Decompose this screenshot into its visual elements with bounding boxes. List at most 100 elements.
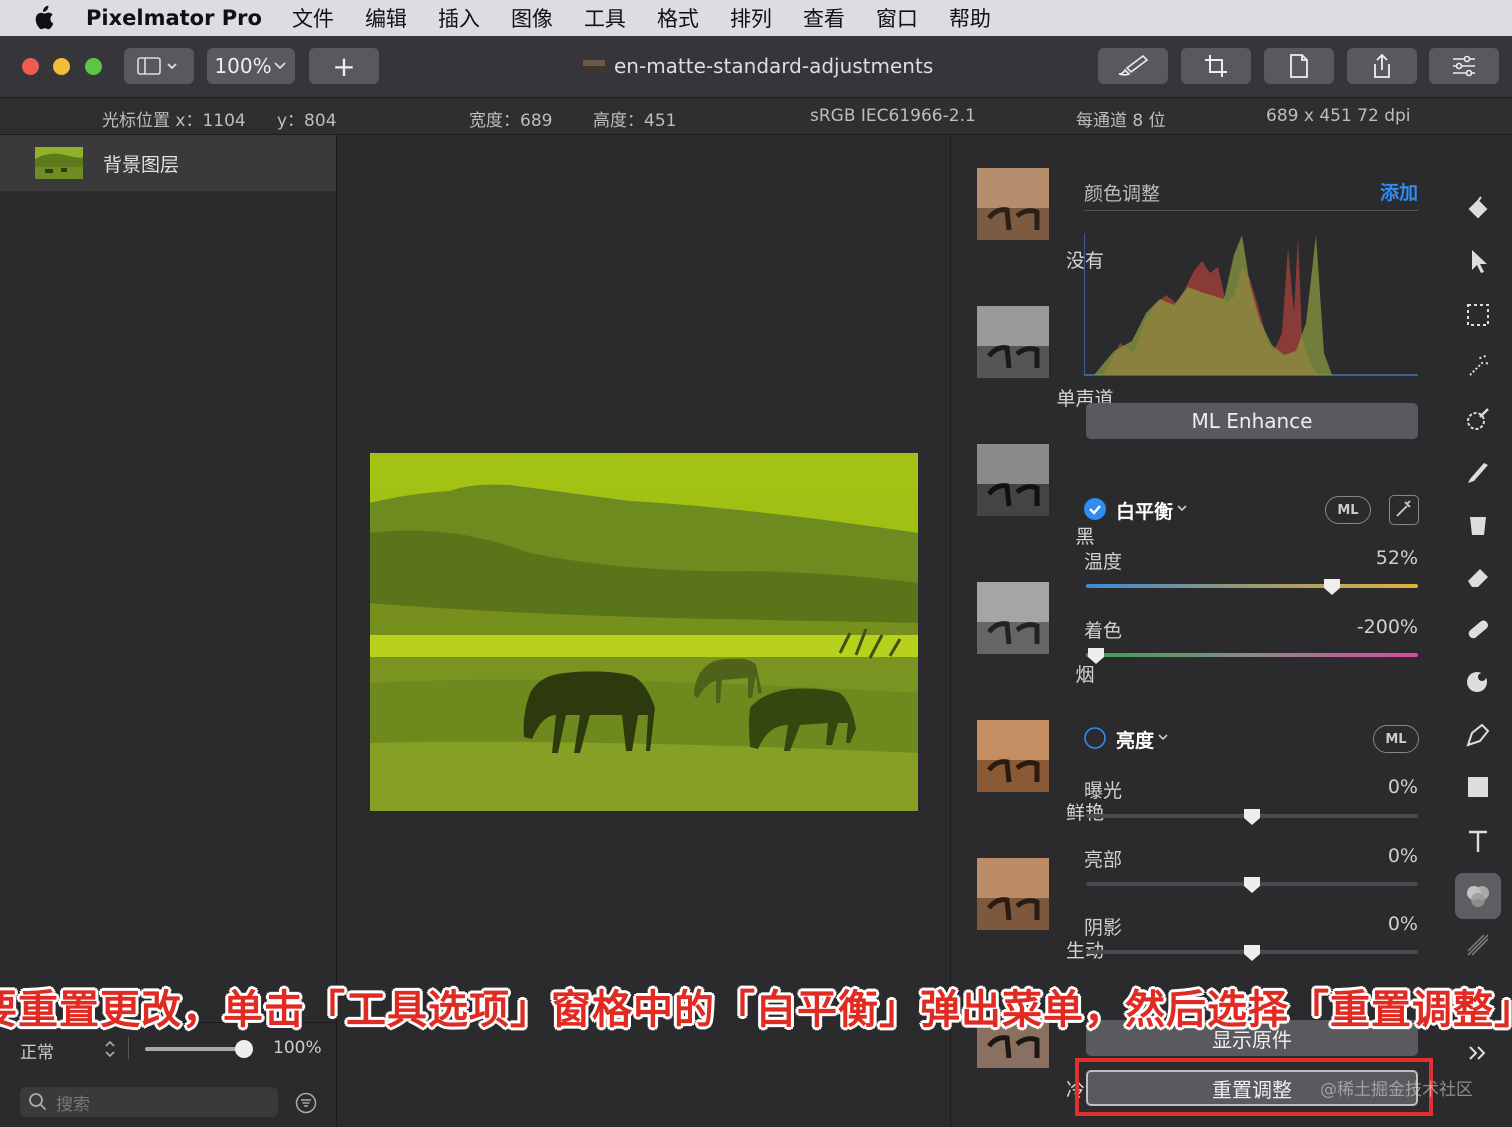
effects-icon: [1467, 934, 1489, 956]
zoom-window-button[interactable]: [85, 58, 102, 75]
tutorial-caption: 要重置更改，单击「工具选项」窗格中的「白平衡」弹出菜单，然后选择「重置调整」: [0, 987, 1512, 1033]
preset-lively[interactable]: 生动: [977, 858, 1104, 962]
blend-mode-select[interactable]: 正常: [20, 1038, 54, 1063]
style-tool[interactable]: [1460, 191, 1496, 227]
add-button[interactable]: +: [309, 48, 379, 84]
watermark: @稀土掘金技术社区: [1320, 1080, 1473, 1100]
share-button[interactable]: [1347, 48, 1417, 84]
menu-help[interactable]: 帮助: [949, 3, 991, 33]
temperature-label: 温度: [1084, 551, 1123, 573]
shadows-slider-knob[interactable]: [1243, 944, 1261, 962]
add-adjustment-link[interactable]: 添加: [1380, 178, 1418, 205]
app-menu[interactable]: Pixelmator Pro: [86, 6, 262, 30]
ml-enhance-button[interactable]: ML Enhance: [1086, 403, 1418, 439]
format-button[interactable]: [1264, 48, 1334, 84]
image-size: 689 x 451 72 dpi: [1266, 106, 1411, 126]
preset-vivid[interactable]: 鲜艳: [977, 720, 1104, 824]
white-balance-menu[interactable]: 白平衡: [1116, 497, 1173, 524]
sidebar-toggle-button[interactable]: [124, 48, 194, 84]
dropper-icon: [1467, 408, 1489, 430]
ml-brush-button[interactable]: [1098, 48, 1168, 84]
select-tool[interactable]: [1460, 297, 1496, 333]
menu-image[interactable]: 图像: [511, 3, 553, 33]
updown-chevron-icon[interactable]: [103, 1039, 117, 1059]
document-title: en-matte-standard-adjustments: [582, 54, 933, 78]
tint-slider[interactable]: [1086, 653, 1418, 657]
tint-slider-knob[interactable]: [1087, 647, 1105, 665]
lasso-tool[interactable]: [1460, 349, 1496, 385]
bucket-icon: [1470, 517, 1486, 535]
highlights-slider-knob[interactable]: [1243, 876, 1261, 894]
image-height: 高度：451: [593, 111, 677, 131]
arrange-tool[interactable]: [1460, 243, 1496, 279]
preset-thumbnail: [977, 720, 1049, 792]
lightness-menu[interactable]: 亮度: [1116, 726, 1154, 753]
chevron-down-icon[interactable]: [1157, 732, 1169, 742]
eyedropper-icon: [1396, 500, 1411, 517]
minimize-window-button[interactable]: [53, 58, 70, 75]
layer-search-field[interactable]: 搜索: [20, 1087, 278, 1117]
opacity-slider[interactable]: [145, 1047, 245, 1051]
eraser-icon: [1468, 569, 1488, 587]
marquee-icon: [1467, 304, 1489, 326]
preset-none[interactable]: 没有: [977, 168, 1104, 272]
filter-icon[interactable]: [295, 1092, 317, 1114]
divider: [1084, 210, 1418, 211]
crop-button[interactable]: [1181, 48, 1251, 84]
effects-tool[interactable]: [1460, 927, 1496, 963]
type-tool[interactable]: [1460, 823, 1496, 859]
temperature-slider[interactable]: [1086, 584, 1418, 588]
white-balance-checkbox[interactable]: [1084, 498, 1106, 520]
opacity-slider-knob[interactable]: [235, 1040, 253, 1058]
lightness-checkbox[interactable]: [1084, 727, 1106, 749]
canvas-image[interactable]: [370, 453, 918, 811]
highlights-label: 亮部: [1084, 849, 1123, 871]
menu-edit[interactable]: 编辑: [365, 3, 407, 33]
preset-black[interactable]: 黑: [977, 444, 1095, 548]
section-header: 颜色调整: [1084, 183, 1161, 205]
chevron-down-icon: [273, 62, 286, 70]
erase-tool[interactable]: [1460, 559, 1496, 595]
bit-depth: 每通道 8 位: [1076, 111, 1166, 131]
menu-window[interactable]: 窗口: [876, 3, 918, 33]
chevron-down-icon[interactable]: [1176, 503, 1188, 513]
preset-thumbnail: [977, 582, 1049, 654]
sphere-icon: [1467, 672, 1487, 692]
shadows-value: 0%: [1387, 913, 1418, 935]
menu-format[interactable]: 格式: [657, 3, 699, 33]
layer-row[interactable]: 背景图层: [0, 135, 336, 191]
menu-view[interactable]: 查看: [803, 3, 845, 33]
search-icon: [29, 1093, 47, 1111]
more-tools-button[interactable]: [1460, 1035, 1496, 1071]
paint-tool[interactable]: [1460, 455, 1496, 491]
adjust-button[interactable]: [1429, 48, 1499, 84]
close-window-button[interactable]: [22, 58, 39, 75]
lightness-ml-button[interactable]: ML: [1373, 725, 1419, 753]
color-adjust-tool[interactable]: [1455, 873, 1501, 919]
pen-tool[interactable]: [1460, 717, 1496, 753]
distort-tool[interactable]: [1460, 663, 1496, 699]
retouch-tool[interactable]: [1460, 611, 1496, 647]
fill-tool[interactable]: [1460, 507, 1496, 543]
histogram: [1084, 233, 1418, 376]
eyedropper-button[interactable]: [1389, 495, 1419, 525]
menu-tools[interactable]: 工具: [584, 3, 626, 33]
exposure-slider-knob[interactable]: [1243, 808, 1261, 826]
shape-tool[interactable]: [1460, 769, 1496, 805]
layer-thumbnail: [35, 147, 83, 179]
temperature-slider-knob[interactable]: [1323, 578, 1341, 596]
preset-mono[interactable]: 单声道: [977, 306, 1114, 410]
color-profile: sRGB IEC61966-2.1: [810, 106, 976, 126]
zoom-value: 100%: [214, 54, 272, 78]
menu-file[interactable]: 文件: [292, 3, 334, 33]
menu-arrange[interactable]: 排列: [730, 3, 772, 33]
tint-value: -200%: [1356, 616, 1418, 638]
apple-icon[interactable]: [0, 5, 86, 31]
menu-insert[interactable]: 插入: [438, 3, 480, 33]
white-balance-ml-button[interactable]: ML: [1325, 496, 1371, 524]
zoom-select[interactable]: 100%: [207, 48, 295, 84]
color-select-tool[interactable]: [1460, 401, 1496, 437]
image-width: 宽度：689: [469, 111, 553, 131]
preset-smoke[interactable]: 烟: [977, 582, 1095, 686]
document-title-text: en-matte-standard-adjustments: [614, 54, 934, 78]
